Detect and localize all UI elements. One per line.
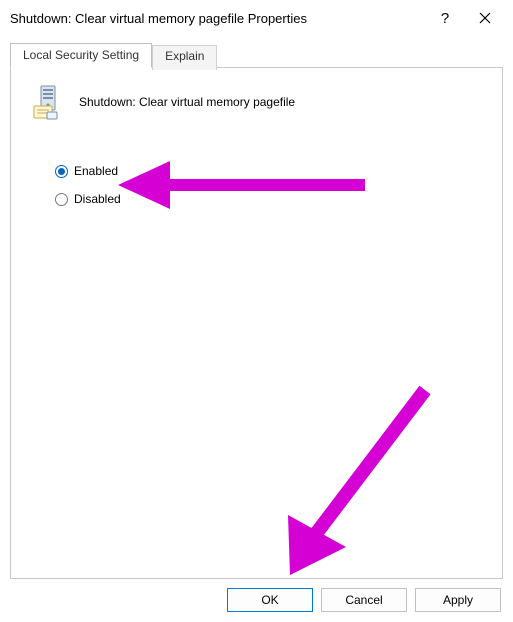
tabstrip: Local Security Setting Explain [10,42,503,67]
radio-enabled[interactable]: Enabled [55,164,482,178]
ok-button[interactable]: OK [227,588,313,612]
button-label: OK [261,593,278,607]
policy-title: Shutdown: Clear virtual memory pagefile [79,95,295,109]
radio-label: Enabled [74,164,118,178]
radio-icon [55,165,68,178]
radio-icon [55,193,68,206]
tab-label: Explain [165,49,204,63]
button-label: Cancel [345,593,382,607]
tab-explain[interactable]: Explain [152,45,217,70]
help-button[interactable]: ? [425,4,465,32]
policy-computer-icon [31,84,65,120]
tab-label: Local Security Setting [23,48,139,62]
window-title: Shutdown: Clear virtual memory pagefile … [10,11,425,26]
button-label: Apply [443,593,473,607]
titlebar: Shutdown: Clear virtual memory pagefile … [0,0,513,36]
close-icon [479,12,491,24]
radio-disabled[interactable]: Disabled [55,192,482,206]
client-area: Local Security Setting Explain Shutdown:… [10,42,503,576]
dialog-buttons: OK Cancel Apply [227,588,501,612]
apply-button[interactable]: Apply [415,588,501,612]
policy-header: Shutdown: Clear virtual memory pagefile [31,84,482,120]
tab-local-security-setting[interactable]: Local Security Setting [10,43,152,68]
cancel-button[interactable]: Cancel [321,588,407,612]
radio-label: Disabled [74,192,121,206]
tab-panel: Shutdown: Clear virtual memory pagefile … [10,67,503,579]
radio-group: Enabled Disabled [55,164,482,206]
close-button[interactable] [465,4,505,32]
